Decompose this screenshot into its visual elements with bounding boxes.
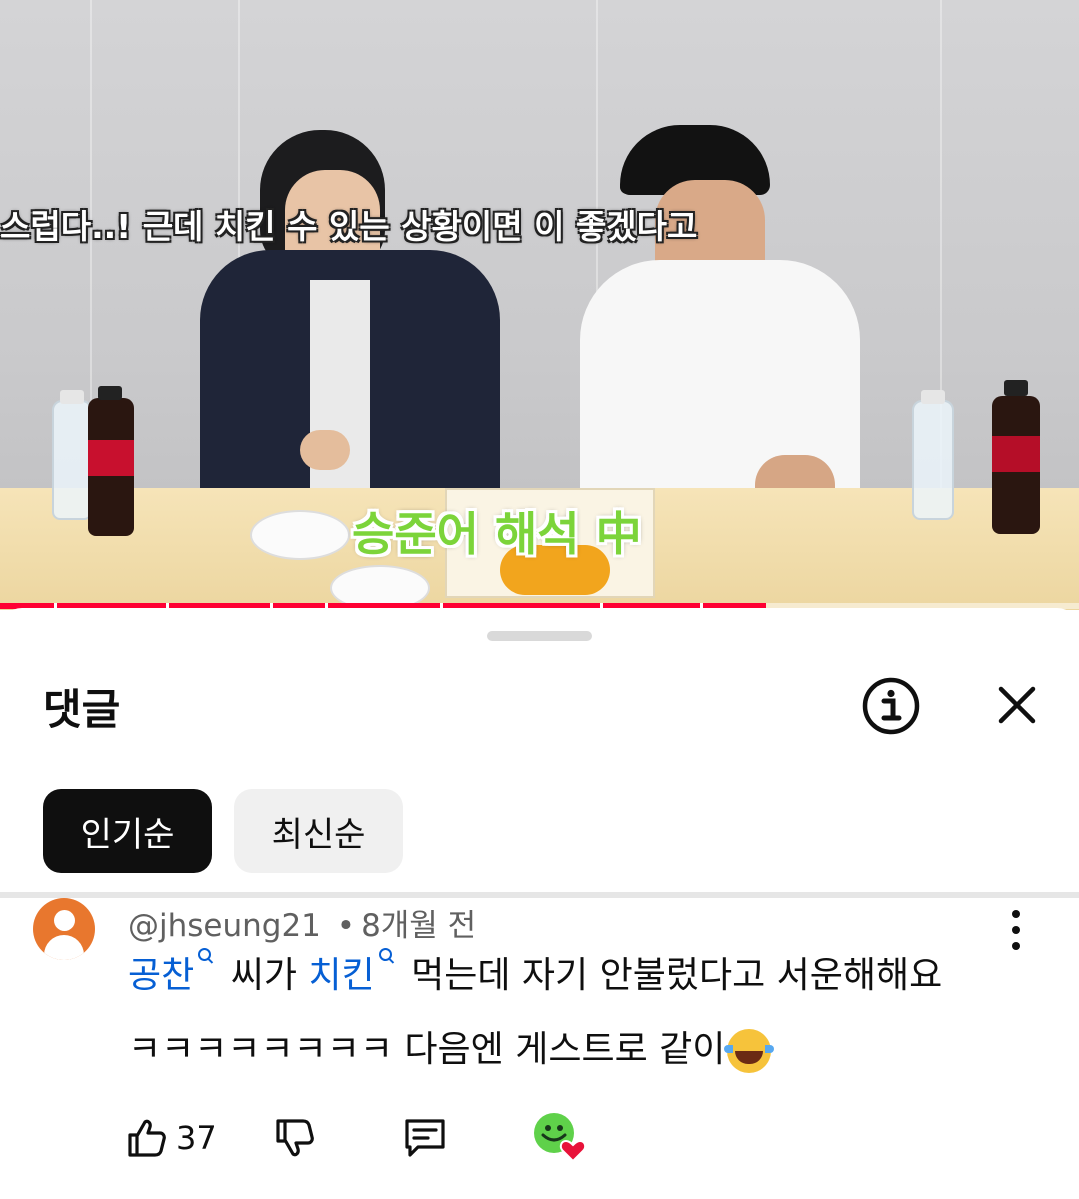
- video-caption: 승준어 해석 中: [352, 507, 642, 561]
- avatar[interactable]: [33, 898, 95, 960]
- comment-actions: 37: [0, 1108, 1079, 1168]
- search-tag-gongchan[interactable]: 공찬: [128, 948, 219, 996]
- reply-icon: [405, 1119, 445, 1157]
- comment-meta: @jhseung21 • 8개월 전: [128, 900, 476, 945]
- close-button[interactable]: [992, 680, 1042, 730]
- like-button[interactable]: 37: [126, 1108, 217, 1168]
- meta-separator: •: [336, 908, 356, 944]
- water-bottle: [52, 400, 92, 520]
- video-player[interactable]: 스럽다..! 근데 치킨 수 있는 상황이면 이 좋겠다고 승준어 해석 中: [0, 0, 1079, 610]
- comment-text-line-2: ㅋㅋㅋㅋㅋㅋㅋㅋ 다음엔 게스트로 같이: [128, 1020, 775, 1073]
- tears-of-joy-emoji: [724, 1029, 775, 1073]
- comment-text: 씨가: [230, 955, 297, 996]
- search-tag-icon: [378, 946, 396, 968]
- close-icon: [998, 686, 1036, 724]
- left-person-figure: [200, 130, 500, 500]
- comment-text: 먹는데 자기 안불렀다고 서운해해요: [411, 955, 943, 996]
- info-icon: [862, 677, 920, 735]
- creator-heart-icon: [534, 1113, 587, 1163]
- sort-chip-newest[interactable]: 최신순: [234, 789, 403, 873]
- like-count: 37: [176, 1119, 217, 1157]
- comment-author[interactable]: @jhseung21: [128, 908, 321, 944]
- comment-item: @jhseung21 • 8개월 전 공찬 씨가 치킨 먹는데 자기 안불렀다고 …: [0, 898, 1079, 1199]
- creator-heart-badge: [530, 1108, 588, 1168]
- comment-text-line-1: 공찬 씨가 치킨 먹는데 자기 안불렀다고 서운해해요: [128, 946, 942, 998]
- info-button[interactable]: [860, 675, 922, 737]
- search-tag-icon: [197, 946, 215, 968]
- video-subtitle: 스럽다..! 근데 치킨 수 있는 상황이면 이 좋겠다고: [0, 207, 698, 246]
- search-tag-chicken[interactable]: 치킨: [308, 948, 399, 996]
- comment-text: ㅋㅋㅋㅋㅋㅋㅋㅋ 다음엔 게스트로 같이: [128, 1029, 726, 1070]
- reply-button[interactable]: [402, 1108, 448, 1168]
- more-options-button[interactable]: [1000, 910, 1032, 950]
- dislike-button[interactable]: [274, 1108, 316, 1168]
- comments-title: 댓글: [43, 685, 121, 734]
- comment-time: 8개월 전: [361, 908, 477, 944]
- sort-chip-top[interactable]: 인기순: [43, 789, 212, 873]
- comments-sheet: 댓글 인기순 최신순 @jhseung21 • 8개월 전 공찬 씨가 치킨 먹는: [0, 608, 1079, 1199]
- plate: [250, 510, 350, 560]
- thumbs-down-icon: [276, 1119, 314, 1157]
- drag-handle[interactable]: [487, 631, 592, 641]
- water-bottle: [912, 400, 954, 520]
- thumbs-up-icon: [128, 1119, 166, 1157]
